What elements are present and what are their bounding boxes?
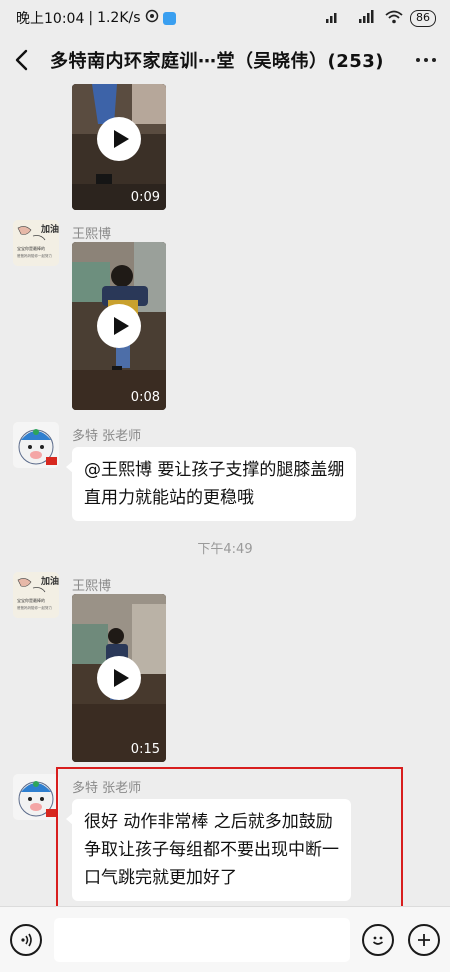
status-time: 晚上10:04 — [16, 11, 85, 27]
video-duration: 0:09 — [130, 190, 160, 205]
message-line: @王熙博 要让孩子支撑的腿膝盖绷 — [84, 460, 345, 480]
wifi-icon — [385, 10, 403, 27]
highlight-annotation — [56, 767, 403, 906]
emoji-button[interactable] — [362, 923, 394, 956]
video-message[interactable]: 0:09 — [72, 84, 166, 210]
plus-button[interactable] — [408, 923, 440, 956]
play-button[interactable] — [97, 656, 141, 700]
play-button[interactable] — [97, 304, 141, 348]
status-right: 86 — [325, 9, 436, 27]
network-speed: 1.2K/s — [97, 10, 141, 26]
chevron-left-icon — [15, 49, 28, 71]
avatar[interactable] — [13, 422, 59, 468]
video-duration: 0:15 — [130, 742, 160, 757]
status-separator: | — [88, 10, 94, 26]
svg-text:爸爸妈妈陪你一起努力: 爸爸妈妈陪你一起努力 — [17, 605, 52, 610]
plus-icon — [418, 933, 430, 946]
message-bubble[interactable]: @王熙博 要让孩子支撑的腿膝盖绷 直用力就能站的更稳哦 — [65, 447, 357, 521]
video-message[interactable]: 0:15 — [72, 594, 166, 762]
avatar[interactable]: 加油! 宝宝你是最棒的 爸爸妈妈陪你一起努力 — [13, 220, 59, 266]
message-list[interactable]: 0:09 加油! 宝宝你是最棒的 爸爸妈妈陪你一起努力 王熙博 — [0, 84, 450, 906]
message-input[interactable] — [54, 917, 350, 962]
timestamp: 下午4:49 — [197, 542, 253, 557]
play-icon — [113, 669, 129, 687]
sender-name: 王熙博 — [72, 227, 112, 242]
video-duration: 0:08 — [130, 390, 160, 405]
avatar[interactable]: 加油! 宝宝你是最棒的 爸爸妈妈陪你一起努力 — [13, 572, 59, 618]
svg-text:加油!: 加油! — [40, 575, 59, 587]
play-icon — [113, 317, 129, 335]
app-notification-icon — [145, 9, 159, 27]
app-badge-icon — [162, 11, 176, 25]
signal-icon — [325, 10, 351, 27]
svg-text:宝宝你是最棒的: 宝宝你是最棒的 — [17, 245, 45, 251]
voice-button[interactable] — [10, 923, 42, 956]
svg-text:宝宝你是最棒的: 宝宝你是最棒的 — [17, 597, 45, 603]
avatar[interactable] — [13, 774, 59, 820]
battery-indicator: 86 — [410, 9, 436, 27]
input-bar — [0, 906, 450, 972]
play-icon — [113, 130, 129, 148]
more-button[interactable] — [404, 40, 436, 80]
status-bar: 晚上10:04 | 1.2K/s 86 — [0, 0, 450, 36]
video-message[interactable]: 0:08 — [72, 242, 166, 410]
chat-header: 多特南内环家庭训⋯堂（吴晓伟）(253) — [0, 36, 450, 84]
message-line: 直用力就能站的更稳哦 — [84, 488, 254, 508]
voice-icon — [21, 933, 32, 946]
emoji-icon — [372, 936, 384, 945]
signal-icon-2 — [358, 9, 378, 27]
status-left: 晚上10:04 | 1.2K/s — [16, 8, 176, 28]
sender-name: 多特 张老师 — [72, 429, 142, 444]
sender-name: 王熙博 — [72, 579, 112, 594]
more-dots-icon — [416, 58, 436, 62]
back-button[interactable] — [14, 40, 44, 80]
play-button[interactable] — [97, 117, 141, 161]
svg-text:爸爸妈妈陪你一起努力: 爸爸妈妈陪你一起努力 — [17, 253, 52, 258]
avatar-caption: 加油! — [40, 223, 59, 235]
chat-title: 多特南内环家庭训⋯堂（吴晓伟）(253) — [50, 51, 385, 72]
